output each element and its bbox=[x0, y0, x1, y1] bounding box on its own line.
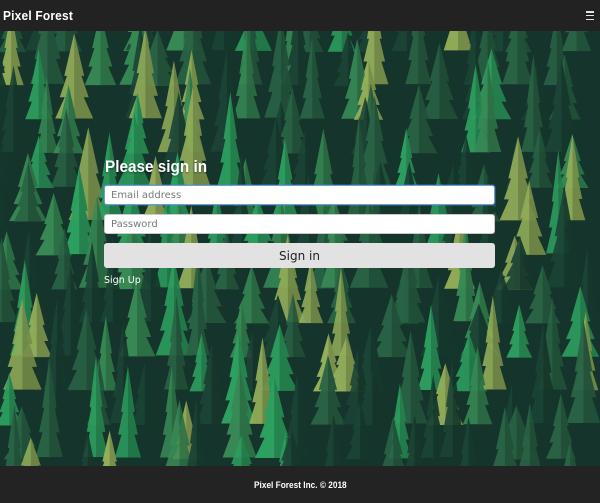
footer: Pixel Forest Inc. © 2018 bbox=[0, 466, 600, 503]
password-input[interactable] bbox=[104, 214, 495, 234]
menu-line bbox=[586, 14, 594, 17]
menu-line bbox=[586, 11, 594, 13]
menu-line bbox=[586, 18, 594, 20]
footer-copyright: Pixel Forest Inc. © 2018 bbox=[253, 479, 347, 490]
signup-link[interactable]: Sign Up bbox=[104, 275, 141, 286]
brand-logo[interactable]: Pixel Forest bbox=[3, 8, 73, 23]
top-navbar: Pixel Forest bbox=[0, 0, 600, 31]
page: Pixel Forest Please sign in Sign in Sign… bbox=[0, 0, 600, 503]
hamburger-menu-icon[interactable] bbox=[586, 11, 594, 20]
signin-form: Please sign in Sign in Sign Up bbox=[104, 157, 495, 287]
email-input[interactable] bbox=[104, 185, 495, 205]
signin-heading: Please sign in bbox=[105, 157, 208, 176]
signin-button[interactable]: Sign in bbox=[104, 243, 495, 268]
